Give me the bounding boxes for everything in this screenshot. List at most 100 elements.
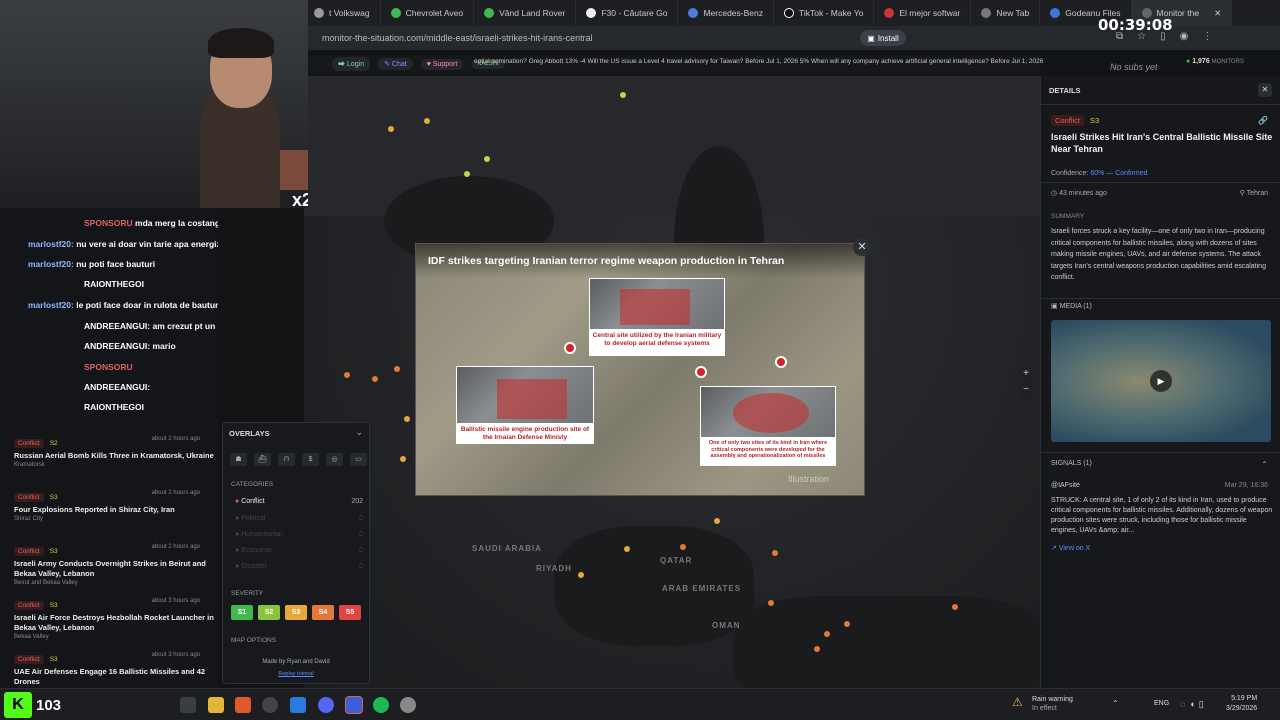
- layer-ships-button[interactable]: ⛴: [254, 453, 271, 466]
- chrome-icon[interactable]: [400, 697, 416, 713]
- event-marker[interactable]: [464, 171, 470, 177]
- browser-tab[interactable]: New Tab: [971, 0, 1041, 26]
- feed-item[interactable]: Conflict S3 about 2 hours ago Four Explosio…: [14, 490, 214, 522]
- profile-icon[interactable]: ◉: [1180, 31, 1189, 45]
- map-label: SAUDI ARABIA: [472, 544, 542, 553]
- layer-radiation-button[interactable]: ◎: [326, 453, 343, 466]
- play-icon[interactable]: ▶: [1150, 370, 1172, 392]
- browser-tab[interactable]: TikTok - Make Yo: [774, 0, 875, 26]
- browser-tab[interactable]: F30 - Căutare Go: [576, 0, 679, 26]
- webcam-overlay: x2: [0, 0, 308, 208]
- system-clock[interactable]: 5:19 PM 3/29/2026: [1226, 694, 1257, 714]
- event-marker[interactable]: [344, 372, 350, 378]
- severity-s3-button[interactable]: S3: [285, 605, 307, 620]
- close-icon[interactable]: ✕: [1214, 8, 1221, 19]
- discord-icon[interactable]: [318, 697, 334, 713]
- event-marker[interactable]: [620, 92, 626, 98]
- language-indicator[interactable]: ENG: [1154, 700, 1169, 707]
- event-marker[interactable]: [814, 646, 820, 652]
- browser-tab[interactable]: Chevrolet Aveo: [381, 0, 475, 26]
- event-marker[interactable]: [714, 518, 720, 524]
- severity-s4-button[interactable]: S4: [312, 605, 334, 620]
- favicon-icon: [390, 8, 401, 18]
- event-marker[interactable]: [400, 456, 406, 462]
- event-marker[interactable]: [372, 376, 378, 382]
- severity-s2-button[interactable]: S2: [258, 605, 280, 620]
- weather-widget[interactable]: Rain warning In effect: [1032, 695, 1073, 713]
- install-button[interactable]: ▣ Install: [860, 30, 906, 46]
- task-view-icon[interactable]: [180, 697, 196, 713]
- event-marker[interactable]: [768, 600, 774, 606]
- app-icon[interactable]: [345, 696, 363, 714]
- system-tray-icons[interactable]: ◌◖▯: [1180, 699, 1208, 710]
- category-row[interactable]: ● Humanitarian 0: [235, 531, 363, 538]
- category-row[interactable]: ● Economic 0: [235, 547, 363, 554]
- browser-tab[interactable]: Vând Land Rover: [474, 0, 577, 26]
- layer-camera-button[interactable]: ▭: [350, 453, 367, 466]
- category-row[interactable]: ● Conflict 202: [235, 498, 363, 505]
- severity-s1-button[interactable]: S1: [231, 605, 253, 620]
- category-row[interactable]: ● Disaster 0: [235, 563, 363, 570]
- chat-message: ANDREEANGUI: am crezut pt un moment ca i…: [84, 321, 218, 331]
- chevron-up-icon[interactable]: ⌃: [1112, 699, 1119, 708]
- support-button[interactable]: ♥ Support: [420, 58, 464, 70]
- severity-s5-button[interactable]: S5: [339, 605, 361, 620]
- monitors-count: ● 1,976 MONITORS: [1186, 58, 1244, 65]
- browser-tab[interactable]: El mejor softwar: [874, 0, 972, 26]
- event-marker[interactable]: [824, 631, 830, 637]
- viewer-counter: K 103: [4, 691, 84, 719]
- feed-item[interactable]: Conflict S2 about 2 hours ago Russian Aeria…: [14, 436, 214, 468]
- brave-icon[interactable]: [235, 697, 251, 713]
- layer-people-button[interactable]: ☗: [230, 453, 247, 466]
- file-explorer-icon[interactable]: [208, 697, 224, 713]
- app-icon[interactable]: [262, 697, 278, 713]
- category-dot-icon: ●: [235, 531, 240, 538]
- tab-label: F30 - Căutare Go: [601, 8, 668, 18]
- event-marker[interactable]: [484, 156, 490, 162]
- map-options-toggle[interactable]: MAP OPTIONS: [231, 637, 276, 644]
- event-marker[interactable]: [680, 544, 686, 550]
- browser-tab[interactable]: t Volkswag: [304, 0, 381, 26]
- media-thumbnail[interactable]: ▶: [1051, 320, 1271, 442]
- event-marker[interactable]: [388, 126, 394, 132]
- chat-message: SPONSORU mda merg la costangeles: [84, 218, 218, 228]
- event-marker[interactable]: [952, 604, 958, 610]
- replay-tutorial-link[interactable]: Replay tutorial: [223, 671, 369, 677]
- zoom-out-button[interactable]: −: [1018, 382, 1034, 398]
- spotify-icon[interactable]: [373, 697, 389, 713]
- login-button[interactable]: ⮕ Login: [332, 57, 371, 71]
- layer-money-button[interactable]: $: [302, 453, 319, 466]
- chat-message: ANDREEANGUI: mario: [84, 341, 176, 351]
- event-marker[interactable]: [844, 621, 850, 627]
- category-dot-icon: ●: [235, 563, 240, 570]
- url-text: monitor-the-situation.com/middle-east/is…: [322, 33, 593, 43]
- prediction-ticker[interactable]: ential nomination? Greg Abbott 13% -4 Wi…: [474, 58, 1104, 65]
- feed-item[interactable]: Conflict S3 about 3 hours ago UAE Air Defen…: [14, 652, 214, 688]
- event-marker[interactable]: [394, 366, 400, 372]
- link-icon[interactable]: 🔗: [1258, 116, 1268, 125]
- category-row[interactable]: ● Political 0: [235, 515, 363, 522]
- app-icon[interactable]: [290, 697, 306, 713]
- event-marker[interactable]: [404, 416, 410, 422]
- close-icon[interactable]: ✕: [853, 238, 871, 256]
- kick-icon: K: [4, 692, 32, 718]
- feed-item[interactable]: Conflict S3 about 2 hours ago Israeli Army …: [14, 544, 214, 586]
- media-label: ▣ MEDIA (1): [1051, 303, 1092, 310]
- no-subs-text: No subs yet: [1110, 62, 1158, 72]
- event-marker[interactable]: [424, 118, 430, 124]
- event-marker[interactable]: [578, 572, 584, 578]
- feed-item[interactable]: Conflict S3 about 3 hours ago Israeli Air F…: [14, 598, 214, 640]
- chat-button[interactable]: ✎ Chat: [378, 58, 413, 70]
- chevron-down-icon[interactable]: ⌄: [355, 427, 363, 438]
- close-icon[interactable]: ✕: [1258, 83, 1272, 97]
- zoom-in-button[interactable]: +: [1018, 366, 1034, 382]
- view-on-x-link[interactable]: ↗ View on X: [1051, 544, 1090, 552]
- chevron-up-icon[interactable]: ⌃: [1261, 460, 1268, 469]
- layer-lock-button[interactable]: ⊓: [278, 453, 295, 466]
- details-panel: DETAILS ✕ Conflict S3 🔗 Israeli Strikes H…: [1040, 76, 1280, 688]
- browser-tab[interactable]: Mercedes-Benz: [678, 0, 774, 26]
- menu-icon[interactable]: ⋮: [1202, 31, 1212, 45]
- highlight-overlay: [733, 393, 809, 433]
- event-marker[interactable]: [772, 550, 778, 556]
- event-marker[interactable]: [624, 546, 630, 552]
